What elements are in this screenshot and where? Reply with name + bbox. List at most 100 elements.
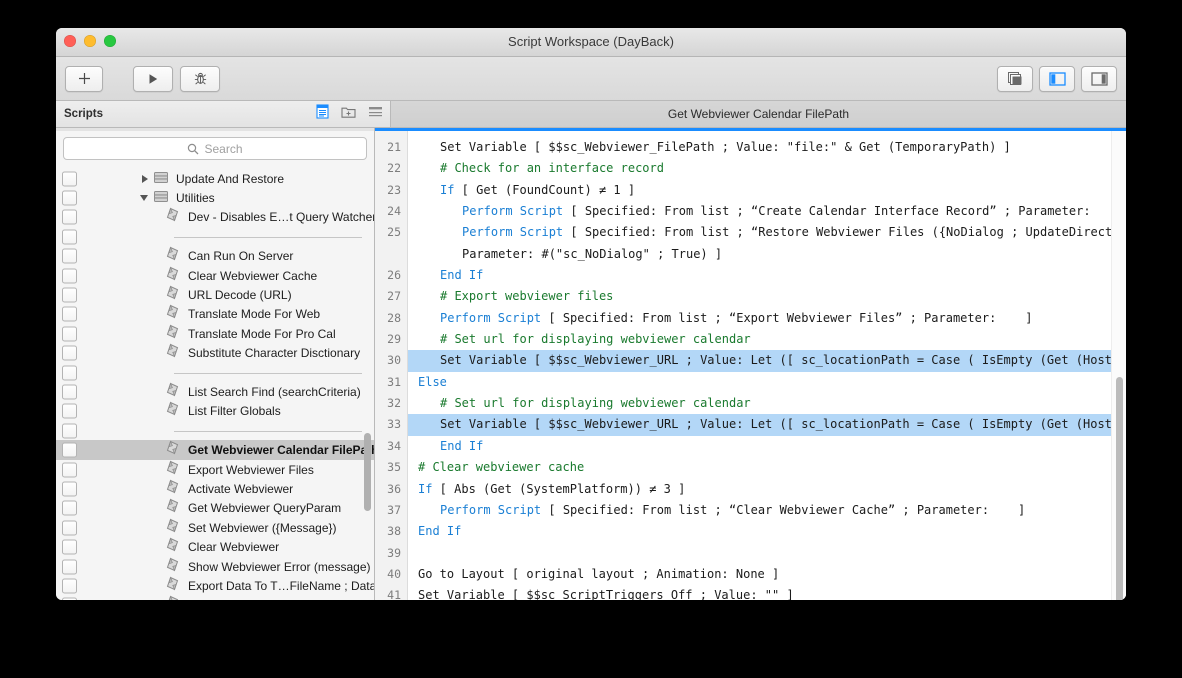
script-checkbox[interactable] [62, 171, 77, 187]
script-step[interactable]: Perform Script [ Specified: From list ; … [408, 308, 1126, 329]
sidebar-item-get-webviewer-queryparam[interactable]: Get Webviewer QueryParam [56, 498, 374, 518]
sidebar-item-activate-webviewer[interactable]: Activate Webviewer [56, 479, 374, 498]
script-checkbox[interactable] [62, 597, 77, 600]
script-editor[interactable]: 21 22 23 24 25 26 27 28 29 30 31 32 33 34 35 36 37 38 39 40… [375, 131, 1126, 600]
sidebar-item-export-data-to-t-filename-data[interactable]: Export Data To T…FileName ; Data) [56, 576, 374, 595]
script-checkbox[interactable] [62, 462, 77, 478]
debug-script-button[interactable] [180, 65, 220, 92]
script-step[interactable]: If [ Get (FoundCount) ≠ 1 ] [408, 180, 1126, 201]
script-checkbox[interactable] [62, 442, 77, 458]
editor-scrollbar-track[interactable] [1111, 131, 1126, 600]
sidebar-item-translate-mode-for-web[interactable]: Translate Mode For Web [56, 304, 374, 324]
script-step[interactable]: Set Variable [ $$sc_ScriptTriggers_Off ;… [408, 585, 1126, 600]
script-step[interactable]: Go to Layout [ original layout ; Animati… [408, 564, 1126, 585]
run-script-button[interactable] [133, 65, 173, 92]
script-checkbox[interactable] [62, 423, 77, 439]
toggle-panes-button[interactable] [997, 65, 1033, 92]
sidebar-item-substitute-character-disctionary[interactable]: Substitute Character Disctionary [56, 343, 374, 363]
chevron-right-icon[interactable] [142, 174, 148, 183]
separator-icon[interactable] [368, 105, 383, 123]
script-step[interactable]: # Clear webviewer cache [408, 457, 1126, 478]
script-step[interactable]: # Export webviewer files [408, 286, 1126, 307]
script-step[interactable]: Perform Script [ Specified: From list ; … [408, 222, 1126, 243]
script-step[interactable]: Perform Script [ Specified: From list ; … [408, 201, 1126, 222]
sidebar-item-label: Set Webviewer ({Message}) [188, 520, 337, 535]
script-checkbox[interactable] [62, 403, 77, 419]
line-number: 29 [387, 332, 401, 347]
script-checkbox[interactable] [62, 209, 77, 225]
sidebar-item-utilities[interactable]: Utilities [56, 188, 374, 207]
script-step[interactable]: Perform Script [ Specified: From list ; … [408, 500, 1126, 521]
list-separator [56, 363, 374, 382]
editor-script-name: Get Webviewer Calendar FilePath [667, 107, 850, 121]
script-checkbox[interactable] [62, 248, 77, 264]
script-step[interactable]: # Set url for displaying webviewer calen… [408, 393, 1126, 414]
sidebar-item-show-webviewer-error-message[interactable]: Show Webviewer Error (message) [56, 556, 374, 576]
script-step[interactable]: Else [408, 372, 1126, 393]
script-checkbox[interactable] [62, 306, 77, 322]
script-checkbox[interactable] [62, 326, 77, 342]
sidebar-item-list-filter-globals[interactable]: List Filter Globals [56, 401, 374, 421]
script-list[interactable]: Update And Restore Utilities Dev - Disab… [56, 169, 374, 600]
code-area[interactable]: Set Variable [ $$sc_Webviewer_FilePath ;… [408, 131, 1126, 600]
line-number: 30 [387, 353, 401, 368]
sidebar-item-clear-webviewer-cache[interactable]: Clear Webviewer Cache [56, 266, 374, 285]
search-input[interactable]: Search [63, 137, 367, 160]
editor-scrollbar-thumb[interactable] [1116, 377, 1123, 600]
sidebar-item-label: Dev - Disables E…t Query Watcher [188, 210, 374, 225]
line-number: 23 [387, 182, 401, 197]
script-checkbox[interactable] [62, 578, 77, 594]
sidebar-item-label: Translate Mode For Pro Cal [188, 326, 336, 341]
script-icon [166, 498, 179, 518]
separator-line [174, 372, 362, 374]
sidebar-item-set-webviewer-message[interactable]: Set Webviewer ({Message}) [56, 518, 374, 537]
script-step[interactable] [408, 543, 1126, 564]
sidebar-item-label: Get Webviewer Calendar FilePath [188, 443, 374, 458]
play-icon [149, 73, 158, 84]
script-step[interactable]: Set Variable [ $$sc_Webviewer_FilePath ;… [408, 137, 1126, 158]
separator-line [174, 430, 362, 432]
sidebar-item-url-decode-url[interactable]: URL Decode (URL) [56, 285, 374, 304]
script-step[interactable]: # Check for an interface record [408, 158, 1126, 179]
sidebar-scrollbar-thumb[interactable] [364, 433, 371, 511]
chevron-down-icon[interactable] [140, 195, 148, 202]
left-sidebar-icon [1048, 71, 1066, 86]
script-checkbox[interactable] [62, 500, 77, 516]
line-number-gutter: 21 22 23 24 25 26 27 28 29 30 31 32 33 34 35 36 37 38 39 40… [375, 131, 408, 600]
line-number: 35 [387, 460, 401, 475]
script-step[interactable]: If [ Abs (Get (SystemPlatform)) ≠ 3 ] [408, 479, 1126, 500]
sidebar-item-toggle-auto-settings[interactable]: Toggle Auto Settings [56, 595, 374, 600]
sidebar-item-translate-mode-for-pro-cal[interactable]: Translate Mode For Pro Cal [56, 324, 374, 343]
script-step[interactable]: End If [408, 521, 1126, 542]
script-checkbox[interactable] [62, 229, 77, 245]
script-checkbox[interactable] [62, 365, 77, 381]
script-step[interactable]: End If [408, 265, 1126, 286]
sidebar-item-clear-webviewer[interactable]: Clear Webviewer [56, 537, 374, 556]
script-step[interactable]: Parameter: #("sc_NoDialog" ; True) ] [408, 244, 1126, 265]
new-folder-icon[interactable] [341, 105, 356, 124]
script-step[interactable]: End If [408, 436, 1126, 457]
script-checkbox[interactable] [62, 539, 77, 555]
sidebar-item-label: Get Webviewer QueryParam [188, 501, 342, 516]
new-script-button[interactable] [65, 65, 103, 92]
toggle-right-sidebar-button[interactable] [1081, 65, 1117, 92]
script-list-icon[interactable] [316, 104, 329, 124]
toggle-left-sidebar-button[interactable] [1039, 65, 1075, 92]
script-step[interactable]: # Set url for displaying webviewer calen… [408, 329, 1126, 350]
script-checkbox[interactable] [62, 520, 77, 536]
script-step-selected[interactable]: Set Variable [ $$sc_Webviewer_URL ; Valu… [408, 350, 1126, 372]
sidebar-item-get-webviewer-calendar-filepath[interactable]: Get Webviewer Calendar FilePath [56, 440, 374, 460]
sidebar-item-dev-disables-e-t-query-watcher[interactable]: Dev - Disables E…t Query Watcher [56, 207, 374, 227]
sidebar-item-list-search-find-searchcriteria[interactable]: List Search Find (searchCriteria) [56, 382, 374, 401]
script-checkbox[interactable] [62, 559, 77, 574]
script-checkbox[interactable] [62, 287, 77, 303]
script-checkbox[interactable] [62, 268, 77, 284]
script-checkbox[interactable] [62, 384, 77, 400]
sidebar-item-export-webviewer-files[interactable]: Export Webviewer Files [56, 459, 374, 479]
script-checkbox[interactable] [62, 345, 77, 361]
script-step-selected[interactable]: Set Variable [ $$sc_Webviewer_URL ; Valu… [408, 414, 1126, 436]
sidebar-item-update-and-restore[interactable]: Update And Restore [56, 169, 374, 188]
script-checkbox[interactable] [62, 190, 77, 206]
script-checkbox[interactable] [62, 481, 77, 497]
sidebar-item-can-run-on-server[interactable]: Can Run On Server [56, 246, 374, 266]
